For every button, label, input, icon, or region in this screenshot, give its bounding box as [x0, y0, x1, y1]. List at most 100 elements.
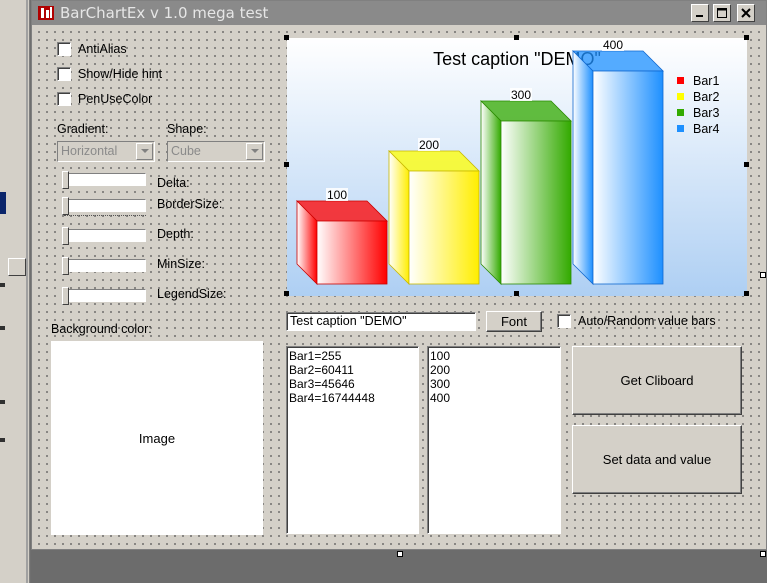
get-clipboard-button[interactable]: Get Cliboard — [572, 346, 742, 415]
trackbar-channel — [64, 173, 146, 186]
shape-select-value: Cube — [171, 144, 201, 158]
auto-random-label: Auto/Random value bars — [578, 314, 716, 328]
antialias-checkbox[interactable] — [57, 42, 71, 56]
selection-handle[interactable] — [284, 162, 289, 167]
maximize-icon — [717, 8, 727, 18]
window-title: BarChartEx v 1.0 mega test — [60, 4, 269, 22]
colors-memo[interactable]: Bar1=255 Bar2=60411 Bar3=45646 Bar4=1674444… — [286, 346, 419, 534]
close-button[interactable] — [737, 4, 755, 22]
app-icon — [38, 6, 54, 20]
data-label: 100 — [327, 188, 347, 202]
memo-line: Bar2=60411 — [289, 363, 354, 377]
set-data-button[interactable]: Set data and value — [572, 425, 742, 494]
ide-tick — [0, 438, 5, 442]
font-button[interactable]: Font — [486, 311, 542, 332]
form-resize-handle[interactable] — [760, 272, 766, 278]
depth-trackbar[interactable] — [60, 227, 152, 249]
form-resize-handle[interactable] — [760, 551, 766, 557]
selection-marker — [0, 192, 6, 214]
memo-line: 100 — [430, 349, 451, 363]
selection-handle[interactable] — [744, 291, 749, 296]
data-label: 300 — [511, 88, 531, 102]
selection-handle[interactable] — [514, 291, 519, 296]
minimize-icon — [696, 15, 703, 17]
caption-input[interactable]: Test caption "DEMO" — [286, 312, 476, 331]
shape-dropdown-button[interactable] — [246, 143, 263, 160]
bar-front-face — [500, 120, 572, 285]
memo-line: Bar1=255 — [289, 349, 342, 363]
data-label: 400 — [603, 38, 623, 52]
bar-bar2: 200 — [388, 138, 480, 285]
bar-side-face — [388, 150, 410, 285]
selection-handle[interactable] — [744, 35, 749, 40]
shape-label: Shape: — [167, 122, 207, 136]
legend-swatch — [677, 93, 684, 100]
selection-handle[interactable] — [284, 291, 289, 296]
gradient-select[interactable]: Horizontal — [57, 141, 155, 162]
auto-random-checkbox[interactable] — [557, 314, 571, 328]
trackbar-thumb[interactable] — [62, 171, 69, 189]
selection-handle[interactable] — [744, 162, 749, 167]
legend-label: Bar2 — [693, 90, 719, 104]
bar-side-face — [572, 50, 594, 285]
values-memo-lines: 100 200 300 400 — [430, 349, 558, 405]
image-placeholder-label: Image — [138, 430, 176, 446]
bar-bar4: 400 — [572, 38, 664, 285]
trackbar-thumb[interactable] — [62, 227, 69, 245]
bar-side-face — [480, 100, 502, 285]
colors-memo-lines: Bar1=255 Bar2=60411 Bar3=45646 Bar4=1674444… — [289, 349, 416, 405]
trackbar-thumb[interactable] — [62, 197, 69, 215]
bordersize-trackbar[interactable] — [60, 197, 152, 219]
bar-bar3: 300 — [480, 88, 572, 285]
shape-select[interactable]: Cube — [167, 141, 265, 162]
trackbar-ticks — [64, 215, 146, 218]
background-color-label: Background color: — [51, 322, 152, 336]
legendsize-label: LegendSize: — [157, 287, 227, 301]
memo-line: Bar4=16744448 — [289, 391, 375, 405]
ide-scroll-knob[interactable] — [8, 258, 26, 276]
bar-front-face — [592, 70, 664, 285]
antialias-label: AntiAlias — [78, 42, 127, 56]
legend-swatch — [677, 125, 684, 132]
form-resize-handle[interactable] — [397, 551, 403, 557]
delta-trackbar[interactable] — [60, 171, 152, 193]
minsize-trackbar[interactable] — [60, 257, 152, 279]
chevron-down-icon — [140, 149, 149, 153]
legend-label: Bar1 — [693, 74, 719, 88]
delta-label: Delta: — [157, 176, 190, 190]
trackbar-channel — [64, 199, 146, 212]
title-bar[interactable]: BarChartEx v 1.0 mega test — [32, 1, 766, 25]
form-client-area: AntiAlias Show/Hide hint PenUseColor Gra… — [32, 25, 766, 549]
close-icon — [741, 8, 751, 18]
selection-handle[interactable] — [284, 35, 289, 40]
bordersize-label: BorderSize: — [157, 197, 223, 211]
showhide-hint-checkbox[interactable] — [57, 67, 71, 81]
gradient-dropdown-button[interactable] — [136, 143, 153, 160]
ide-left-panel — [0, 0, 30, 583]
trackbar-thumb[interactable] — [62, 257, 69, 275]
penusecolor-checkbox[interactable] — [57, 92, 71, 106]
bar-chart: Test caption "DEMO" 100200300400 Bar1Bar… — [287, 38, 747, 296]
showhide-hint-label: Show/Hide hint — [78, 67, 163, 81]
legend-label: Bar3 — [693, 106, 719, 120]
legendsize-trackbar[interactable] — [60, 287, 152, 309]
selection-handle[interactable] — [514, 35, 519, 40]
trackbar-channel — [64, 289, 146, 302]
ide-tick — [0, 283, 5, 287]
minsize-label: MinSize: — [157, 257, 205, 271]
data-label: 200 — [419, 138, 439, 152]
ide-tick — [0, 326, 5, 330]
legend-swatch — [677, 77, 684, 84]
values-memo[interactable]: 100 200 300 400 — [427, 346, 561, 534]
minimize-button[interactable] — [691, 4, 709, 22]
legend-swatch — [677, 109, 684, 116]
background-image-box[interactable]: Image — [51, 341, 263, 535]
trackbar-thumb[interactable] — [62, 287, 69, 305]
trackbar-channel — [64, 259, 146, 272]
memo-line: 400 — [430, 391, 451, 405]
maximize-button[interactable] — [713, 4, 731, 22]
penusecolor-label: PenUseColor — [78, 92, 153, 106]
trackbar-channel — [64, 229, 146, 242]
bar-front-face — [408, 170, 480, 285]
legend-label: Bar4 — [693, 122, 719, 136]
